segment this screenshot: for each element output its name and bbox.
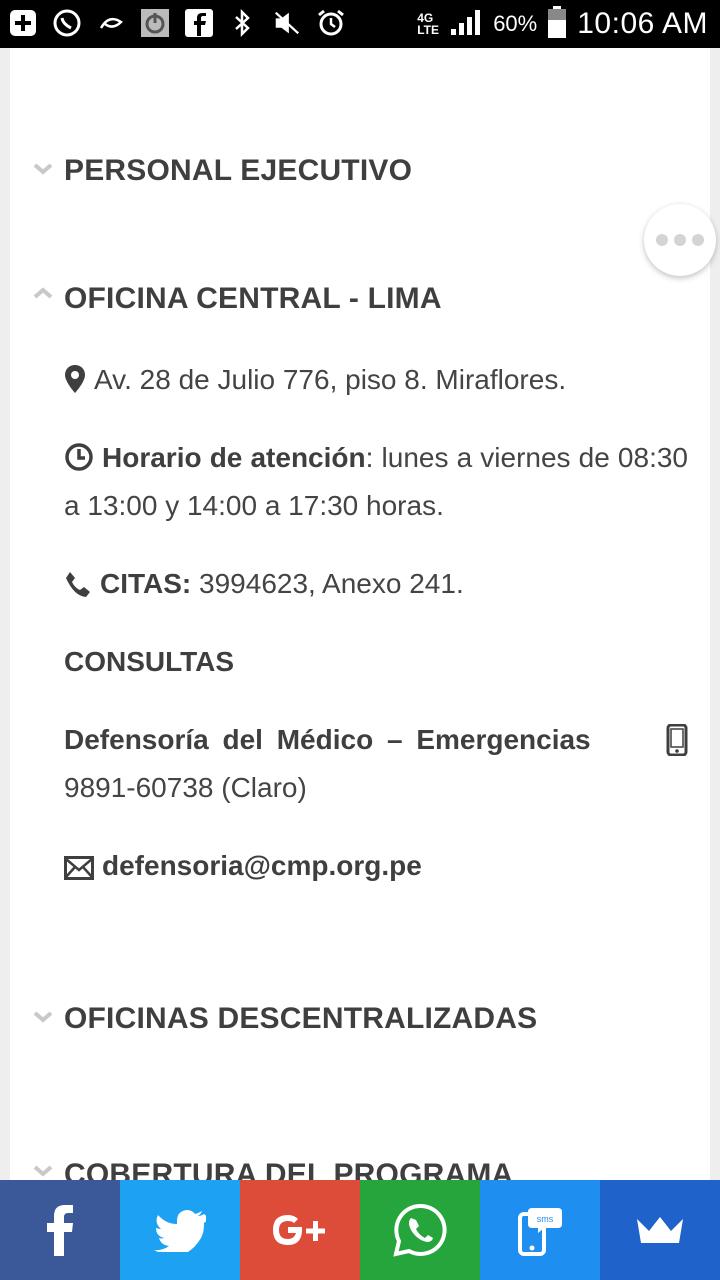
section-oficinas-descentralizadas[interactable]: OFICINAS DESCENTRALIZADAS (64, 1002, 537, 1036)
crown-share-button[interactable] (600, 1180, 720, 1280)
chevron-down-icon[interactable] (32, 162, 54, 176)
status-bar: 4G LTE 60% 10:06 AM (0, 0, 720, 48)
whatsapp-icon (393, 1203, 447, 1257)
citas-label: CITAS: (100, 568, 192, 599)
google-plus-icon (273, 1215, 325, 1245)
chevron-down-icon[interactable] (32, 1164, 54, 1178)
map-marker-icon (65, 365, 85, 393)
facebook-icon (47, 1205, 73, 1256)
hours-row: Horario de atención: lunes a viernes de … (64, 434, 688, 530)
page-content: PERSONAL EJECUTIVO OFICINA CENTRAL - LIM… (10, 48, 710, 1180)
defensoria-phone: 9891-60738 (Claro) (64, 772, 307, 803)
app-notification-icon (96, 6, 126, 40)
chevron-down-icon[interactable] (32, 1010, 54, 1024)
consultas-row: CONSULTAS (64, 638, 688, 686)
google-plus-share-button[interactable] (240, 1180, 360, 1280)
more-options-button[interactable] (644, 204, 716, 276)
address-text: Av. 28 de Julio 776, piso 8. Miraflores. (94, 364, 567, 395)
share-bar: sms (0, 1180, 720, 1280)
envelope-icon (64, 856, 94, 880)
battery-icon (547, 5, 567, 44)
facebook-share-button[interactable] (0, 1180, 120, 1280)
mute-icon (272, 6, 302, 40)
dot (674, 234, 686, 246)
add-icon (8, 6, 38, 40)
defensoria-label: Defensoría del Médico – Emergencias (64, 724, 591, 755)
power-notification-icon (140, 6, 170, 40)
twitter-icon (154, 1210, 206, 1252)
clock: 10:06 AM (577, 7, 708, 40)
section-cobertura[interactable]: COBERTURA DEL PROGRAMA (64, 1158, 513, 1180)
facebook-notification-icon (184, 6, 214, 40)
chevron-up-icon[interactable] (32, 286, 54, 300)
bluetooth-icon (228, 6, 258, 40)
section-personal-ejecutivo[interactable]: PERSONAL EJECUTIVO (64, 154, 412, 188)
consultas-heading: CONSULTAS (64, 646, 235, 677)
section-oficina-central[interactable]: OFICINA CENTRAL - LIMA (64, 282, 442, 316)
hours-label: Horario de atención (102, 442, 366, 473)
clock-icon (65, 443, 93, 471)
sms-share-button[interactable]: sms (480, 1180, 600, 1280)
sms-icon: sms (518, 1208, 562, 1256)
twitter-share-button[interactable] (120, 1180, 240, 1280)
email-row: defensoria@cmp.org.pe (64, 842, 688, 890)
dot (692, 234, 704, 246)
alarm-icon (316, 6, 346, 40)
citas-text: 3994623, Anexo 241. (191, 568, 464, 599)
dot (656, 234, 668, 246)
email-link[interactable]: defensoria@cmp.org.pe (102, 850, 422, 881)
signal-icon (449, 7, 483, 42)
whatsapp-share-button[interactable] (360, 1180, 480, 1280)
battery-percent: 60% (493, 11, 538, 36)
mobile-phone-icon (666, 724, 688, 756)
phone-icon (66, 572, 90, 597)
citas-row: CITAS: 3994623, Anexo 241. (64, 560, 688, 608)
network-type: 4G LTE (417, 11, 439, 37)
address-row: Av. 28 de Julio 776, piso 8. Miraflores. (64, 356, 688, 404)
whatsapp-notification-icon (52, 6, 82, 40)
crown-icon (637, 1217, 683, 1243)
defensoria-row: Defensoría del Médico – Emergencias 9891… (64, 716, 688, 812)
svg-text:sms: sms (537, 1214, 554, 1224)
